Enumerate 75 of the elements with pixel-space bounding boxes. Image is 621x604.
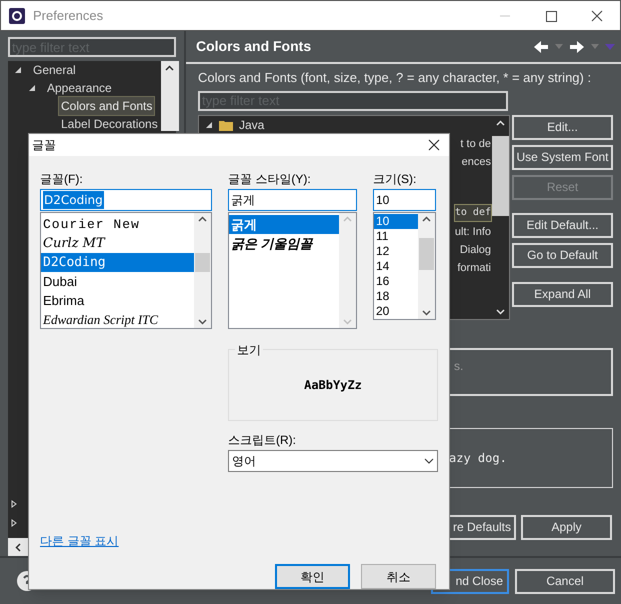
list-item[interactable]: 14 <box>374 259 418 274</box>
preview-text: azy dog. <box>449 450 507 466</box>
dialog-button[interactable]: Use System Font <box>512 144 613 170</box>
dialog-button[interactable]: Edit Default... <box>512 212 613 238</box>
dialog-button[interactable]: Expand All <box>512 282 613 306</box>
app-icon <box>9 8 25 24</box>
expand-arrow-icon[interactable] <box>28 84 36 92</box>
font-size-field[interactable]: 10 <box>373 189 436 211</box>
list-item[interactable]: 10 <box>374 214 418 229</box>
list-item[interactable]: 굵은 기울임꼴 <box>229 234 339 253</box>
scrollbar[interactable] <box>160 61 179 131</box>
font-style-field[interactable]: 굵게 <box>228 189 357 211</box>
scrollbar[interactable] <box>418 213 435 319</box>
field-label: 크기(S): <box>373 171 418 188</box>
description-text: s. <box>454 358 464 372</box>
list-item[interactable]: Curlz MT <box>41 234 194 253</box>
list-item[interactable]: 18 <box>374 289 418 304</box>
scroll-up-icon[interactable] <box>165 65 174 71</box>
dialog-button[interactable]: Go to Default <box>512 242 613 268</box>
tree-item[interactable]: Colors and Fonts <box>58 96 156 116</box>
script-select[interactable]: 영어 <box>228 450 438 472</box>
folder-icon <box>219 118 233 130</box>
list-item[interactable]: 16 <box>374 274 418 289</box>
dialog-button[interactable]: Edit... <box>512 114 613 140</box>
scroll-down-icon[interactable] <box>422 310 431 316</box>
tree-item[interactable]: formati <box>456 258 492 276</box>
preview-sample: AaBbYyZz <box>304 377 362 394</box>
scroll-thumb[interactable] <box>492 136 509 216</box>
scroll-up-icon[interactable] <box>422 216 431 222</box>
list-item[interactable]: Courier New <box>41 215 194 234</box>
forward-arrow-icon[interactable] <box>569 40 585 54</box>
window-title: Preferences <box>33 6 104 25</box>
expand-arrow-icon[interactable] <box>205 120 213 128</box>
scrollbar[interactable] <box>194 213 211 328</box>
tree-item[interactable]: ences <box>460 152 492 170</box>
tree-item[interactable]: to def <box>454 204 492 222</box>
list-item[interactable]: 20 <box>374 304 418 319</box>
expand-arrow-icon[interactable] <box>14 66 22 74</box>
dialog-button[interactable]: Cancel <box>515 568 615 594</box>
list-item[interactable]: D2Coding <box>41 253 194 272</box>
tree-item[interactable]: Java <box>239 116 264 134</box>
scroll-up-icon[interactable] <box>198 216 207 222</box>
page-description: Colors and Fonts (font, size, type, ? = any character, * = any string) : <box>198 69 592 87</box>
list-item[interactable]: Ebrima <box>41 291 194 310</box>
list-item[interactable]: 12 <box>374 244 418 259</box>
back-arrow-icon[interactable] <box>533 40 549 54</box>
tree-item[interactable]: Dialog <box>458 240 492 258</box>
dialog-button[interactable]: re Defaults <box>448 514 516 540</box>
scroll-thumb[interactable] <box>419 238 434 270</box>
font-name-field[interactable]: D2Coding <box>40 189 212 211</box>
scroll-down-icon[interactable] <box>198 319 207 325</box>
scroll-left-icon[interactable] <box>15 542 21 552</box>
list-item[interactable]: 굵게 <box>229 215 339 234</box>
list-item[interactable]: 11 <box>374 229 418 244</box>
dialog-button[interactable]: 취소 <box>361 564 436 589</box>
field-label: 스크립트(R): <box>228 432 297 449</box>
tree-item[interactable]: t to de <box>459 134 492 152</box>
expand-arrow-icon[interactable] <box>10 500 18 508</box>
list-item[interactable]: Edwardian Script ITC <box>41 310 194 329</box>
dialog-button[interactable]: Apply <box>521 514 612 540</box>
dialog-title: 글꼴 <box>32 137 56 154</box>
field-label: 글꼴(F): <box>40 171 84 188</box>
more-fonts-link[interactable]: 다른 글꼴 표시 <box>40 532 119 550</box>
scroll-thumb[interactable] <box>195 253 210 272</box>
list-item[interactable]: Dubai <box>41 272 194 291</box>
dialog-button[interactable]: 확인 <box>275 564 350 589</box>
tree-item[interactable]: General <box>30 60 79 80</box>
tree-item[interactable]: ult: Info <box>454 222 492 240</box>
tree-item[interactable]: Appearance <box>44 78 115 98</box>
page-title: Colors and Fonts <box>196 37 312 56</box>
tree-item[interactable]: Label Decorations <box>58 114 161 134</box>
close-icon[interactable] <box>428 139 440 151</box>
expand-arrow-icon[interactable] <box>10 518 18 526</box>
chevron-down-icon <box>424 458 434 464</box>
field-label: 글꼴 스타일(Y): <box>228 171 312 188</box>
